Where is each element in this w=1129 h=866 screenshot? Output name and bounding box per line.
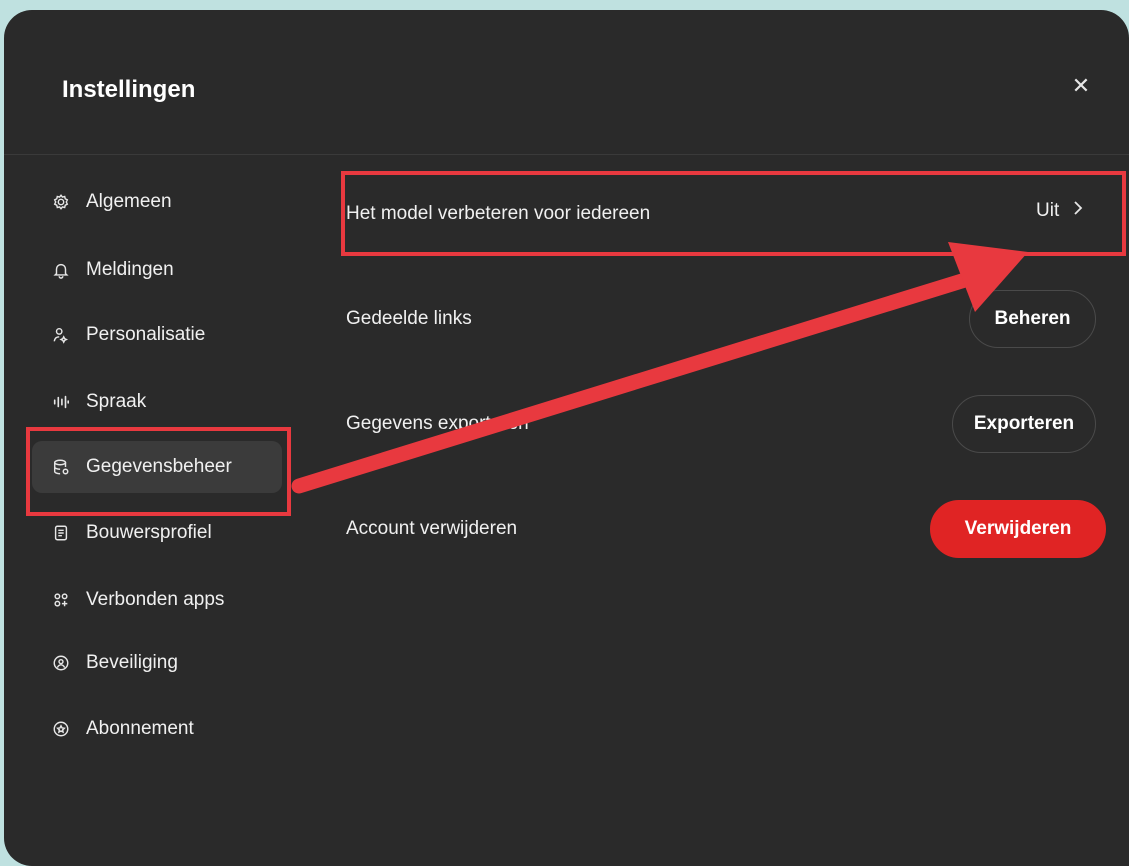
export-data-label: Gegevens exporteren	[346, 413, 529, 434]
badge-icon	[50, 718, 72, 740]
database-icon	[50, 456, 72, 478]
sidebar-item-algemeen[interactable]: Algemeen	[32, 176, 282, 228]
close-button[interactable]: ✕	[1065, 70, 1097, 102]
waveform-icon	[50, 391, 72, 413]
export-data-button[interactable]: Exporteren	[952, 395, 1096, 453]
sidebar-item-beveiliging[interactable]: Beveiliging	[32, 637, 282, 689]
sidebar-item-meldingen[interactable]: Meldingen	[32, 244, 282, 296]
user-sparkle-icon	[50, 324, 72, 346]
chevron-right-icon	[1073, 200, 1083, 222]
gear-icon	[50, 191, 72, 213]
delete-account-button[interactable]: Verwijderen	[930, 500, 1106, 558]
sidebar-item-label: Meldingen	[86, 259, 174, 280]
dialog-title: Instellingen	[62, 76, 196, 103]
sidebar-item-gegevensbeheer[interactable]: Gegevensbeheer	[32, 441, 282, 493]
sidebar-item-abonnement[interactable]: Abonnement	[32, 703, 282, 755]
bell-icon	[50, 259, 72, 281]
sidebar-item-label: Abonnement	[86, 718, 194, 739]
sidebar-item-label: Spraak	[86, 391, 147, 412]
sidebar-item-label: Beveiliging	[86, 652, 178, 673]
sidebar-item-label: Gegevensbeheer	[86, 456, 232, 477]
manage-shared-links-button[interactable]: Beheren	[969, 290, 1096, 348]
sidebar-item-personalisatie[interactable]: Personalisatie	[32, 309, 282, 361]
sidebar-item-verbonden-apps[interactable]: Verbonden apps	[32, 574, 282, 626]
id-card-icon	[50, 522, 72, 544]
shared-links-label: Gedeelde links	[346, 308, 472, 329]
sidebar-item-label: Personalisatie	[86, 324, 206, 345]
improve-model-toggle[interactable]: Uit	[1036, 200, 1083, 222]
improve-model-value: Uit	[1036, 200, 1060, 221]
shield-icon	[50, 652, 72, 674]
delete-account-label: Account verwijderen	[346, 518, 518, 539]
apps-grid-icon	[50, 589, 72, 611]
header-divider	[4, 154, 1129, 155]
sidebar-item-bouwersprofiel[interactable]: Bouwersprofiel	[32, 507, 282, 559]
sidebar-item-label: Bouwersprofiel	[86, 522, 212, 543]
improve-model-label: Het model verbeteren voor iedereen	[346, 203, 651, 224]
sidebar-item-spraak[interactable]: Spraak	[32, 376, 282, 428]
sidebar-item-label: Verbonden apps	[86, 589, 225, 610]
close-icon: ✕	[1071, 73, 1091, 98]
sidebar-item-label: Algemeen	[86, 191, 172, 212]
